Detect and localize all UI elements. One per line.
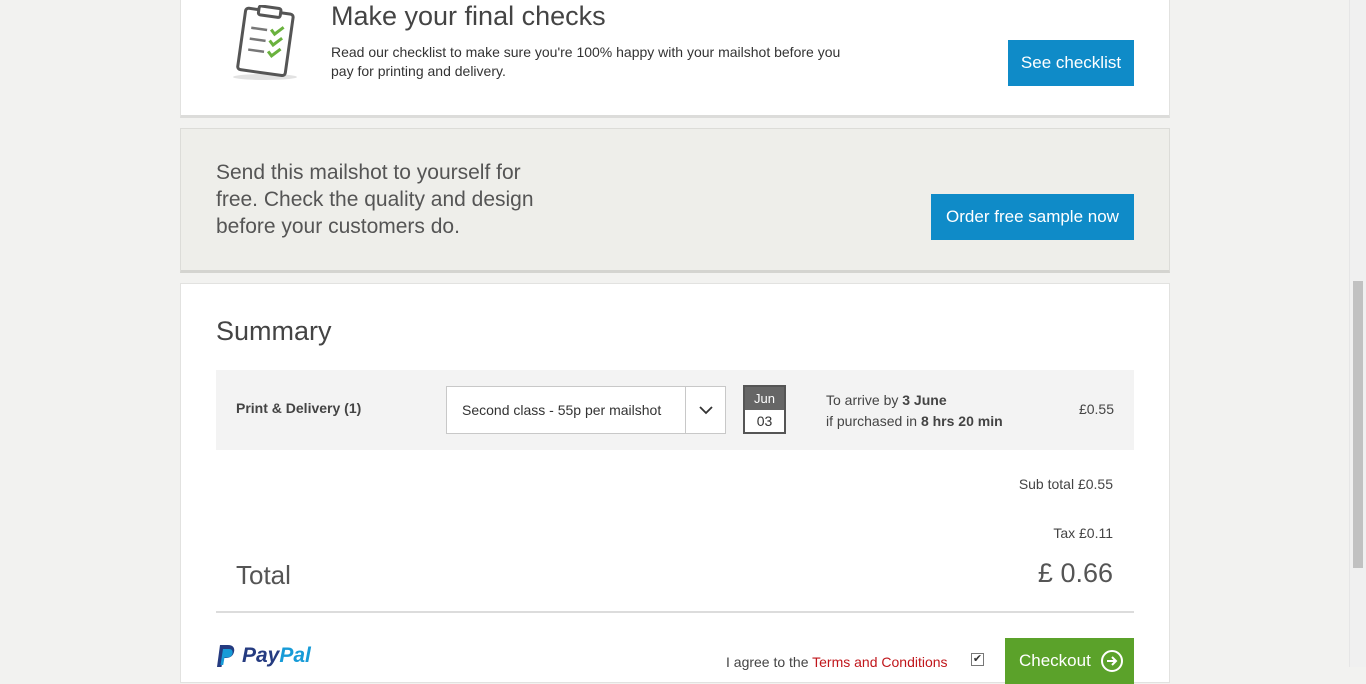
arrival-info: To arrive by 3 June if purchased in 8 hr… [826, 390, 1003, 432]
delivery-price: £0.55 [1078, 401, 1114, 417]
terms-checkbox[interactable]: ✔ [971, 653, 984, 666]
arrow-right-icon [1100, 650, 1123, 672]
print-delivery-row: Print & Delivery (1) Second class - 55p … [216, 370, 1134, 450]
calendar-day: 03 [756, 413, 773, 429]
total-label: Total [236, 560, 291, 590]
agree-prefix: I agree to the [726, 654, 813, 670]
free-sample-text: Send this mailshot to yourself for free.… [216, 161, 534, 238]
final-checks-card: Make your final checks Read our checklis… [180, 0, 1170, 118]
final-checks-title: Make your final checks [331, 1, 606, 31]
page-scrollbar[interactable] [1349, 0, 1366, 667]
delivery-class-value: Second class - 55p per mailshot [462, 402, 662, 418]
subtotal: Sub total £0.55 [1018, 476, 1113, 492]
scrollbar-thumb[interactable] [1353, 281, 1363, 568]
paypal-word-pal: Pal [279, 644, 311, 667]
final-checks-description: Read our checklist to make sure you're 1… [331, 44, 841, 79]
calendar-month: Jun [745, 387, 784, 410]
see-checklist-button[interactable]: See checklist [1008, 40, 1134, 86]
print-delivery-label: Print & Delivery (1) [236, 400, 362, 416]
total-value: £ 0.66 [1037, 558, 1113, 588]
summary-title: Summary [216, 316, 332, 346]
purchase-prefix: if purchased in [826, 413, 921, 429]
arrive-date: 3 June [902, 392, 947, 408]
tax: Tax £0.11 [1053, 525, 1113, 541]
free-sample-panel: Send this mailshot to yourself for free.… [180, 128, 1170, 273]
checkout-label: Checkout [1019, 651, 1091, 670]
checkout-button[interactable]: Checkout [1005, 638, 1134, 684]
chevron-down-icon[interactable] [685, 387, 725, 433]
total-divider [216, 611, 1134, 613]
clipboard-checklist-icon [233, 5, 297, 80]
paypal-icon [217, 645, 235, 667]
paypal-word-pay: Pay [242, 644, 280, 667]
paypal-logo: PayPal [216, 644, 311, 668]
calendar-icon: Jun 03 [743, 385, 786, 434]
order-free-sample-button[interactable]: Order free sample now [931, 194, 1134, 240]
delivery-class-select[interactable]: Second class - 55p per mailshot [446, 386, 726, 434]
purchase-countdown: 8 hrs 20 min [920, 413, 1003, 429]
summary-card: Summary Print & Delivery (1) Second clas… [180, 283, 1170, 684]
terms-agreement: I agree to the Terms and Conditions [726, 654, 948, 670]
terms-and-conditions-link[interactable]: Terms and Conditions [812, 654, 947, 670]
arrive-prefix: To arrive by [826, 392, 903, 408]
